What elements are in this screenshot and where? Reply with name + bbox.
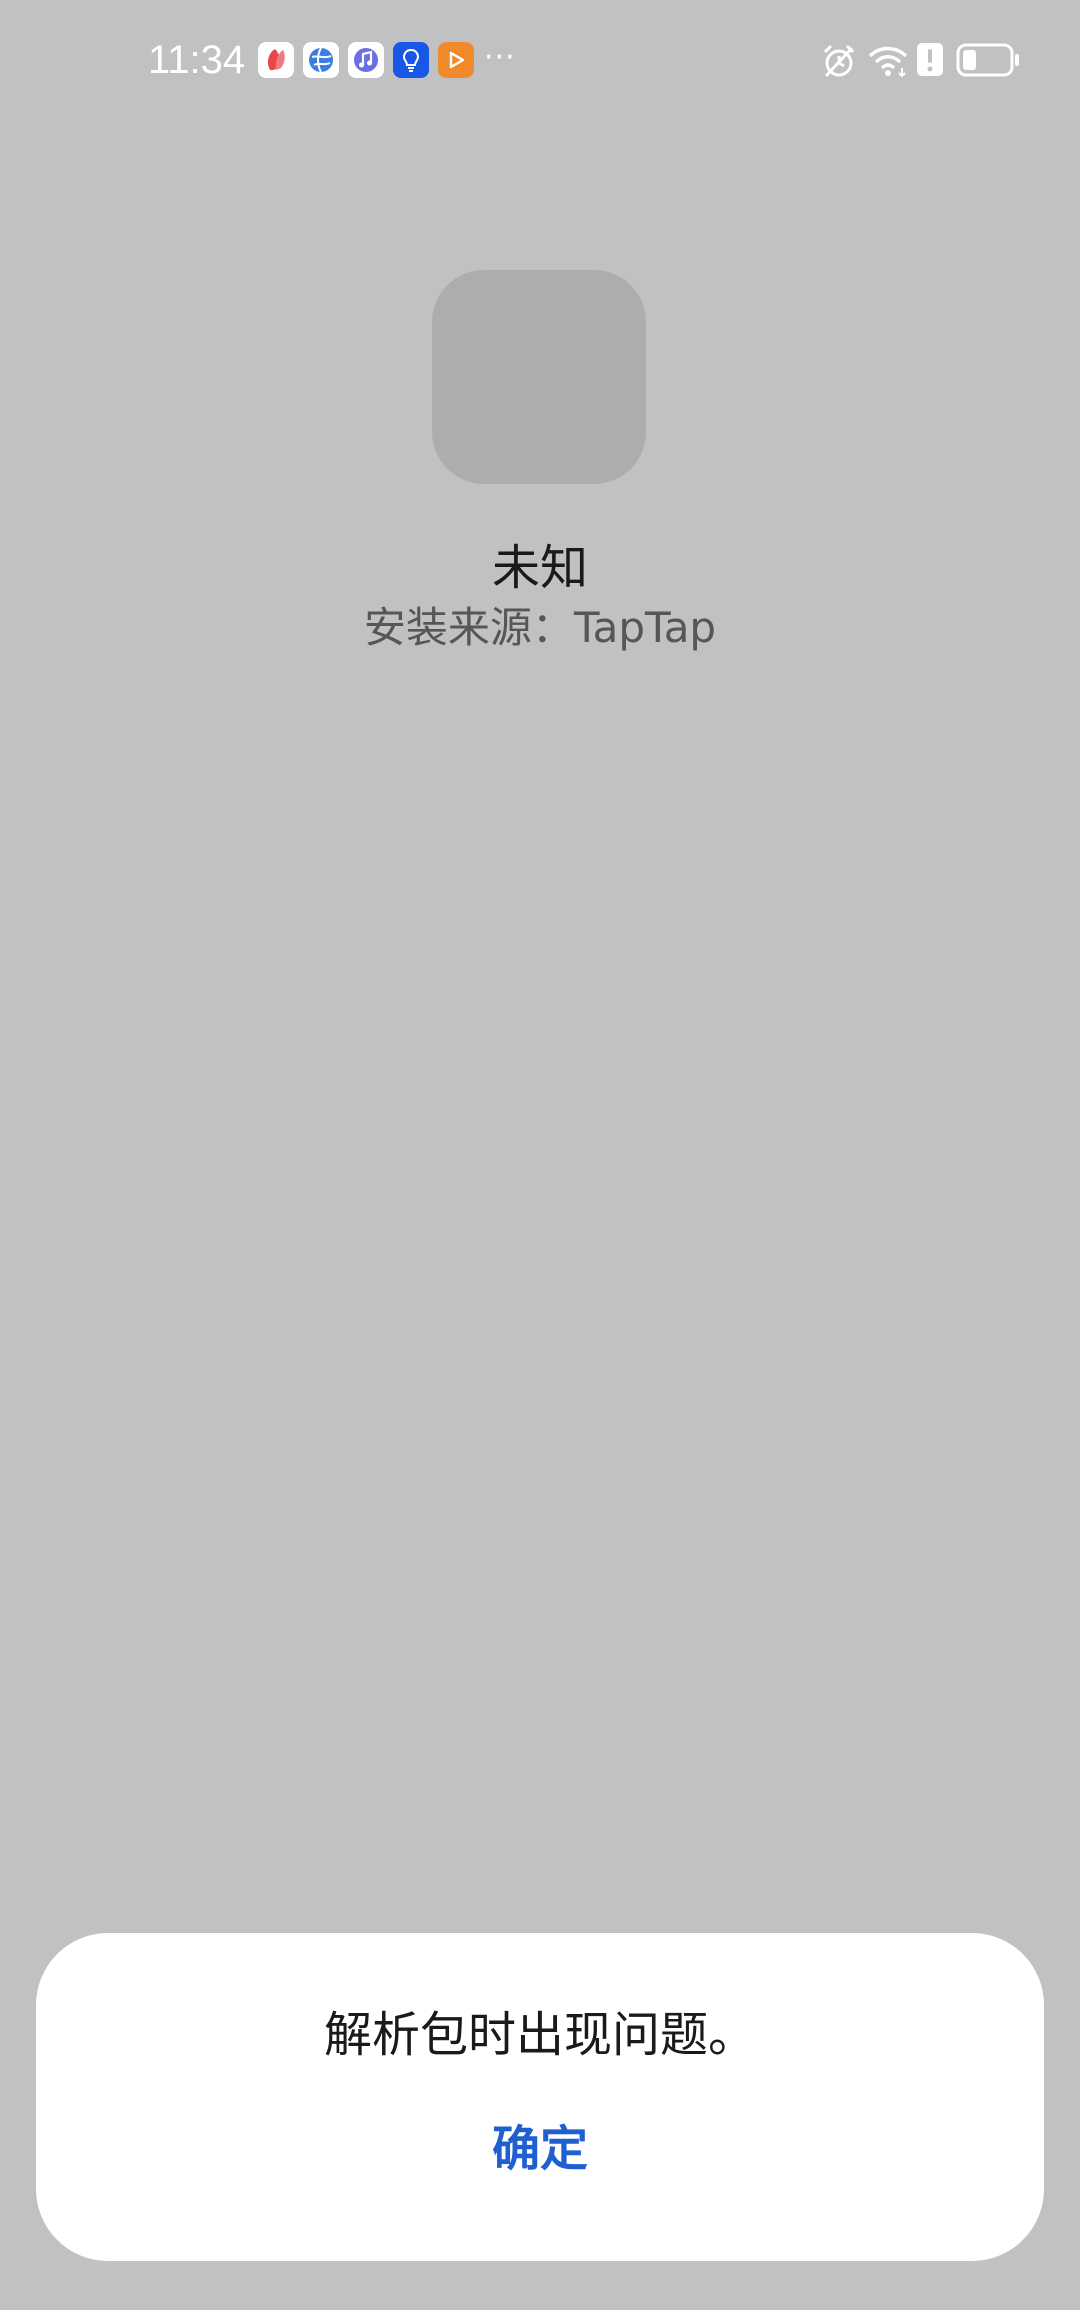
confirm-button[interactable]: 确定	[440, 2113, 640, 2185]
alert-icon	[916, 42, 944, 82]
status-bar: 11:34 ···	[0, 0, 1080, 120]
orange-play-app-icon	[438, 42, 474, 78]
app-name: 未知	[491, 540, 588, 596]
more-notifications-indicator: ···	[484, 40, 516, 75]
lightbulb-app-icon	[393, 42, 429, 78]
battery-icon	[956, 42, 1020, 82]
app-icon-placeholder	[432, 270, 646, 484]
error-dialog: 解析包时出现问题。 确定	[36, 1933, 1044, 2261]
wifi-icon	[866, 42, 910, 84]
alarm-icon	[820, 42, 858, 84]
status-time: 11:34	[148, 38, 246, 82]
dialog-message: 解析包时出现问题。	[323, 2007, 756, 2063]
music-app-icon	[348, 42, 384, 78]
blue-globe-app-icon	[303, 42, 339, 78]
red-petal-app-icon	[258, 42, 294, 78]
install-source: 安装来源：TapTap	[363, 603, 717, 652]
